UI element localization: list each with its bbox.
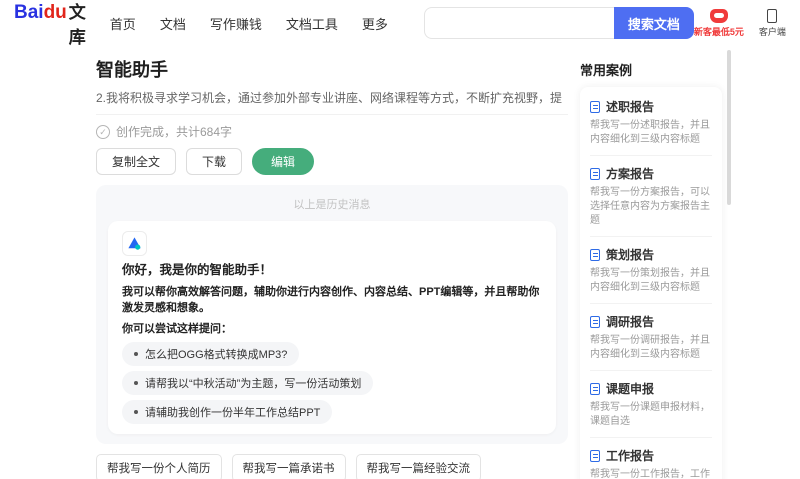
edit-button[interactable]: 编辑 — [252, 148, 315, 175]
nav-item-docs[interactable]: 文档 — [160, 14, 186, 33]
logo-bai: Bai — [14, 2, 44, 23]
example-question[interactable]: 请帮我以“中秋活动”为主题，写一份活动策划 — [122, 371, 374, 395]
nav-item-tools[interactable]: 文档工具 — [286, 14, 338, 33]
logo-product: 文库 — [68, 3, 86, 47]
case-title-text: 工作报告 — [606, 449, 655, 463]
case-title-text: 述职报告 — [606, 100, 655, 114]
example-question-text: 请辅助我创作一份半年工作总结PPT — [145, 407, 321, 419]
example-question-text: 怎么把OGG格式转换成MP3? — [145, 349, 288, 361]
case-desc-text: 帮我写一份策划报告，并且内容细化到三级内容标题 — [590, 268, 710, 293]
new-user-promo[interactable]: 新客最低5元 — [693, 8, 744, 38]
document-icon — [590, 449, 600, 462]
case-desc-text: 帮我写一份述职报告，并且内容细化到三级内容标题 — [590, 120, 710, 145]
chip-pledge[interactable]: 帮我写一篇承诺书 — [231, 454, 346, 479]
example-question-list: 怎么把OGG格式转换成MP3? 请帮我以“中秋活动”为主题，写一份活动策划 请辅… — [122, 342, 542, 424]
case-title-text: 策划报告 — [606, 248, 655, 262]
case-item[interactable]: 调研报告 帮我写一份调研报告，并且内容细化到三级内容标题 — [590, 304, 712, 371]
case-title-text: 课题申报 — [606, 382, 655, 396]
chip-resume[interactable]: 帮我写一份个人简历 — [96, 454, 222, 479]
promo-mascot-icon — [709, 8, 728, 23]
client-label: 客户端 — [758, 26, 786, 37]
case-item[interactable]: 课题申报 帮我写一份课题申报材料，课题自选 — [590, 371, 712, 438]
sidebar-scrollbar[interactable] — [727, 50, 731, 205]
client-download[interactable]: 客户端 — [758, 8, 786, 38]
case-item[interactable]: 方案报告 帮我写一份方案报告，可以选择任意内容为方案报告主题 — [590, 156, 712, 237]
main-nav: 首页 文档 写作赚钱 文档工具 更多 — [110, 14, 388, 33]
greeting-line1: 你好，我是你的智能助手！ — [122, 263, 273, 277]
document-icon — [590, 315, 600, 328]
case-desc-text: 帮我写一份方案报告，可以选择任意内容为方案报告主题 — [590, 187, 710, 226]
document-icon — [590, 248, 600, 261]
example-question[interactable]: 怎么把OGG格式转换成MP3? — [122, 342, 300, 366]
chip-experience[interactable]: 帮我写一篇经验交流 — [355, 454, 481, 479]
nav-item-earn[interactable]: 写作赚钱 — [210, 14, 262, 33]
case-title-text: 方案报告 — [606, 167, 655, 181]
common-cases-sidebar: 常用案例 述职报告 帮我写一份述职报告，并且内容细化到三级内容标题 方案报告 帮… — [580, 48, 731, 479]
document-icon — [590, 382, 600, 395]
case-card: 述职报告 帮我写一份述职报告，并且内容细化到三级内容标题 方案报告 帮我写一份方… — [580, 87, 722, 479]
nav-item-home[interactable]: 首页 — [110, 14, 136, 33]
case-item[interactable]: 工作报告 帮我写一份工作报告，工作类型随机 — [590, 438, 712, 479]
assistant-greeting-card: 你好，我是你的智能助手！ 我可以帮你高效解答问题，辅助你进行内容创作、内容总结、… — [108, 221, 556, 434]
baidu-wenku-logo[interactable]: Bai du 文库 — [14, 0, 86, 48]
copy-all-button[interactable]: 复制全文 — [96, 148, 177, 175]
case-item[interactable]: 策划报告 帮我写一份策划报告，并且内容细化到三级内容标题 — [590, 237, 712, 304]
download-button[interactable]: 下载 — [186, 148, 243, 175]
bullet-dot-icon — [134, 381, 138, 385]
document-icon — [590, 100, 600, 113]
completion-status: ✓ 创作完成，共计684字 — [96, 114, 568, 140]
navbar-right: 新客最低5元 客户端 看过 — [693, 8, 800, 38]
search-bar: 搜索文档 — [423, 7, 694, 39]
completion-text: 创作完成，共计684字 — [116, 125, 233, 139]
document-icon — [590, 167, 600, 180]
bullet-dot-icon — [134, 410, 138, 414]
chat-panel: 以上是历史消息 你好，我是你的智能助手！ 我可以帮你高效解答问题，辅助你进行内容… — [96, 185, 568, 444]
check-circle-icon: ✓ — [96, 124, 110, 139]
bullet-dot-icon — [134, 352, 138, 356]
nav-item-more[interactable]: 更多 — [362, 14, 388, 33]
history-divider: 以上是历史消息 — [293, 199, 371, 211]
previous-generated-text: 2.我将积极寻求学习机会，通过参加外部专业讲座、网络课程等方式，不断扩充视野，提… — [96, 91, 563, 105]
case-item[interactable]: 述职报告 帮我写一份述职报告，并且内容细化到三级内容标题 — [590, 89, 712, 156]
case-title-text: 调研报告 — [606, 315, 655, 329]
case-desc-text: 帮我写一份工作报告，工作类型随机 — [590, 469, 710, 479]
phone-icon — [767, 8, 778, 23]
quick-prompt-chips: 帮我写一份个人简历 帮我写一篇承诺书 帮我写一篇经验交流 — [96, 454, 568, 479]
assistant-main: 智能助手 2.我将积极寻求学习机会，通过参加外部专业讲座、网络课程等方式，不断扩… — [96, 48, 568, 479]
assistant-avatar-icon — [122, 231, 147, 256]
top-navbar: Bai du 文库 首页 文档 写作赚钱 文档工具 更多 搜索文档 新客最低5元 客… — [0, 0, 800, 48]
case-desc-text: 帮我写一份调研报告，并且内容细化到三级内容标题 — [590, 335, 710, 360]
example-question-text: 请帮我以“中秋活动”为主题，写一份活动策划 — [145, 378, 362, 390]
page-body: 智能助手 2.我将积极寻求学习机会，通过参加外部专业讲座、网络课程等方式，不断扩… — [0, 46, 800, 479]
search-doc-button[interactable]: 搜索文档 — [613, 7, 694, 39]
promo-label: 新客最低5元 — [693, 26, 744, 37]
case-desc-text: 帮我写一份课题申报材料，课题自选 — [590, 402, 710, 427]
example-question[interactable]: 请辅助我创作一份半年工作总结PPT — [122, 400, 333, 424]
page-title: 智能助手 — [96, 60, 168, 80]
search-input[interactable] — [423, 7, 614, 39]
action-row: 复制全文 下载 编辑 — [96, 148, 568, 175]
sidebar-title: 常用案例 — [580, 63, 633, 78]
greeting-line3: 你可以尝试这样提问： — [122, 323, 232, 335]
greeting-line2: 我可以帮你高效解答问题，辅助你进行内容创作、内容总结、PPT编辑等，并且帮助你激… — [122, 286, 540, 314]
logo-du: du — [43, 2, 67, 23]
